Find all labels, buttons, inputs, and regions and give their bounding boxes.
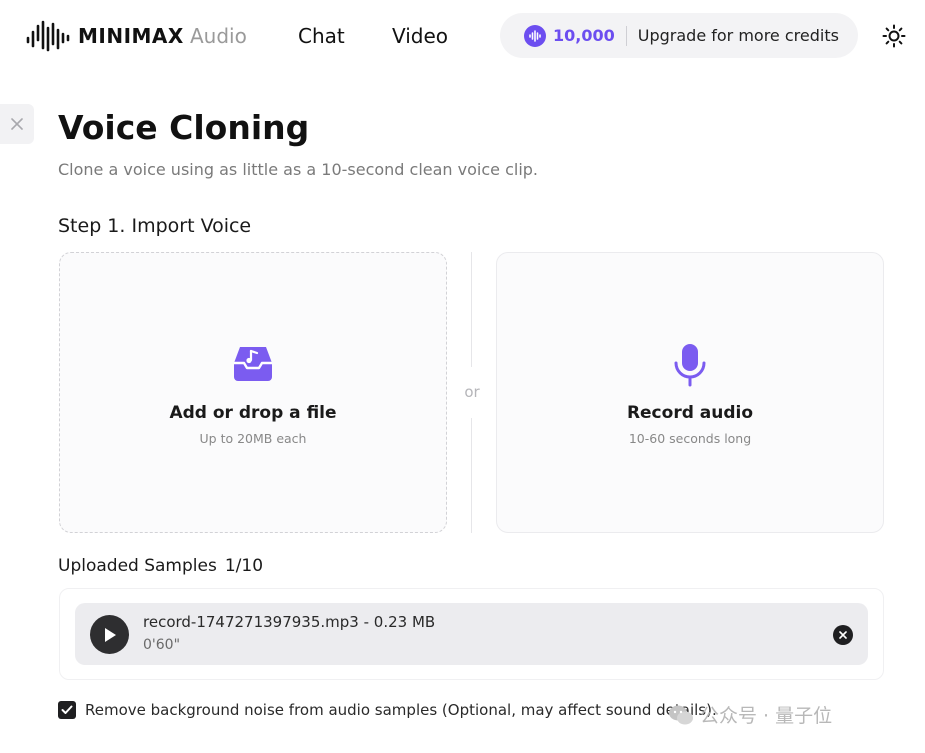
file-zone-subtitle: Up to 20MB each	[199, 431, 307, 446]
waveform-logo-icon	[26, 20, 70, 52]
close-panel-button[interactable]	[0, 104, 34, 144]
close-icon	[11, 118, 23, 130]
credits-amount: 10,000	[553, 26, 615, 45]
uploaded-samples-heading: Uploaded Samples 1/10	[58, 556, 263, 576]
sample-item: record-1747271397935.mp3 - 0.23 MB 0'60"	[75, 603, 868, 665]
watermark: 公众号 · 量子位	[668, 701, 832, 728]
noise-removal-option: Remove background noise from audio sampl…	[58, 701, 717, 719]
page-subtitle: Clone a voice using as little as a 10-se…	[58, 160, 539, 179]
or-separator: or	[464, 383, 480, 401]
pill-divider	[625, 25, 627, 46]
play-icon	[104, 627, 116, 642]
sun-icon[interactable]	[882, 24, 906, 48]
samples-title: Uploaded Samples	[58, 556, 217, 576]
step-title: Step 1. Import Voice	[58, 215, 252, 237]
credits-icon	[524, 24, 546, 47]
separator-line	[471, 252, 472, 367]
close-icon	[839, 631, 847, 639]
nav-audio[interactable]: Audio	[190, 24, 247, 48]
brand-logo[interactable]: MINIMAX	[26, 18, 184, 54]
top-header: MINIMAX Audio Chat Video 10,000 Upgrade …	[0, 0, 925, 72]
noise-removal-checkbox[interactable]	[58, 701, 76, 719]
play-button[interactable]	[90, 615, 129, 654]
credits-upgrade-pill[interactable]: 10,000 Upgrade for more credits	[500, 13, 858, 58]
nav-video[interactable]: Video	[392, 24, 448, 48]
sample-file-name: record-1747271397935.mp3 - 0.23 MB	[143, 613, 436, 631]
music-file-tray-icon	[234, 347, 272, 381]
checkmark-icon	[61, 705, 73, 714]
record-zone-subtitle: 10-60 seconds long	[628, 431, 752, 446]
nav-chat[interactable]: Chat	[298, 24, 345, 48]
upgrade-link[interactable]: Upgrade for more credits	[638, 26, 839, 45]
brand-name: MINIMAX	[78, 24, 184, 48]
file-drop-zone[interactable]: Add or drop a file Up to 20MB each	[59, 252, 447, 533]
watermark-text: 公众号 · 量子位	[700, 705, 833, 727]
wechat-icon	[669, 705, 693, 724]
page-title: Voice Cloning	[58, 108, 310, 147]
noise-removal-label: Remove background noise from audio sampl…	[85, 701, 717, 719]
microphone-icon	[674, 344, 706, 387]
separator-line	[471, 418, 472, 533]
sample-duration: 0'60"	[143, 637, 181, 653]
remove-sample-button[interactable]	[833, 625, 853, 645]
file-zone-title: Add or drop a file	[169, 403, 337, 423]
record-zone-title: Record audio	[626, 403, 754, 423]
record-audio-zone[interactable]: Record audio 10-60 seconds long	[496, 252, 884, 533]
samples-count: 1/10	[224, 556, 264, 576]
